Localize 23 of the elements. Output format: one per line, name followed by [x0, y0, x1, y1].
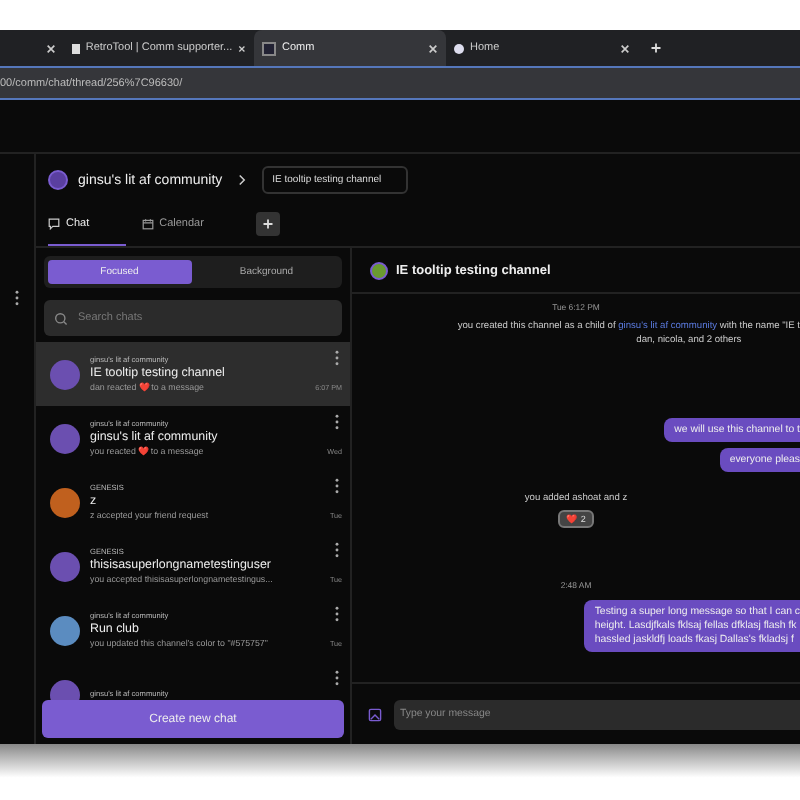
more-icon[interactable]	[334, 478, 340, 494]
calendar-icon	[141, 217, 154, 229]
image-icon[interactable]	[368, 707, 382, 721]
more-icon[interactable]	[334, 670, 340, 686]
chat-bubble-icon	[48, 217, 60, 229]
community-avatar-icon	[48, 170, 68, 190]
search-icon	[54, 311, 68, 325]
more-icon[interactable]	[14, 290, 20, 306]
more-icon[interactable]	[334, 414, 340, 430]
more-icon[interactable]	[334, 350, 340, 366]
more-icon[interactable]	[334, 606, 340, 622]
channel-avatar-icon	[370, 261, 388, 279]
app-icon	[262, 41, 276, 55]
chevron-icon	[238, 174, 247, 186]
page-icon	[72, 43, 80, 53]
new-tab-icon[interactable]	[650, 42, 662, 54]
more-icon[interactable]	[334, 542, 340, 558]
add-button[interactable]	[255, 212, 280, 236]
close-icon[interactable]	[620, 43, 630, 53]
close-icon[interactable]	[428, 43, 438, 53]
close-icon[interactable]	[46, 43, 56, 53]
plus-icon	[261, 218, 274, 230]
close-icon[interactable]	[238, 43, 246, 53]
